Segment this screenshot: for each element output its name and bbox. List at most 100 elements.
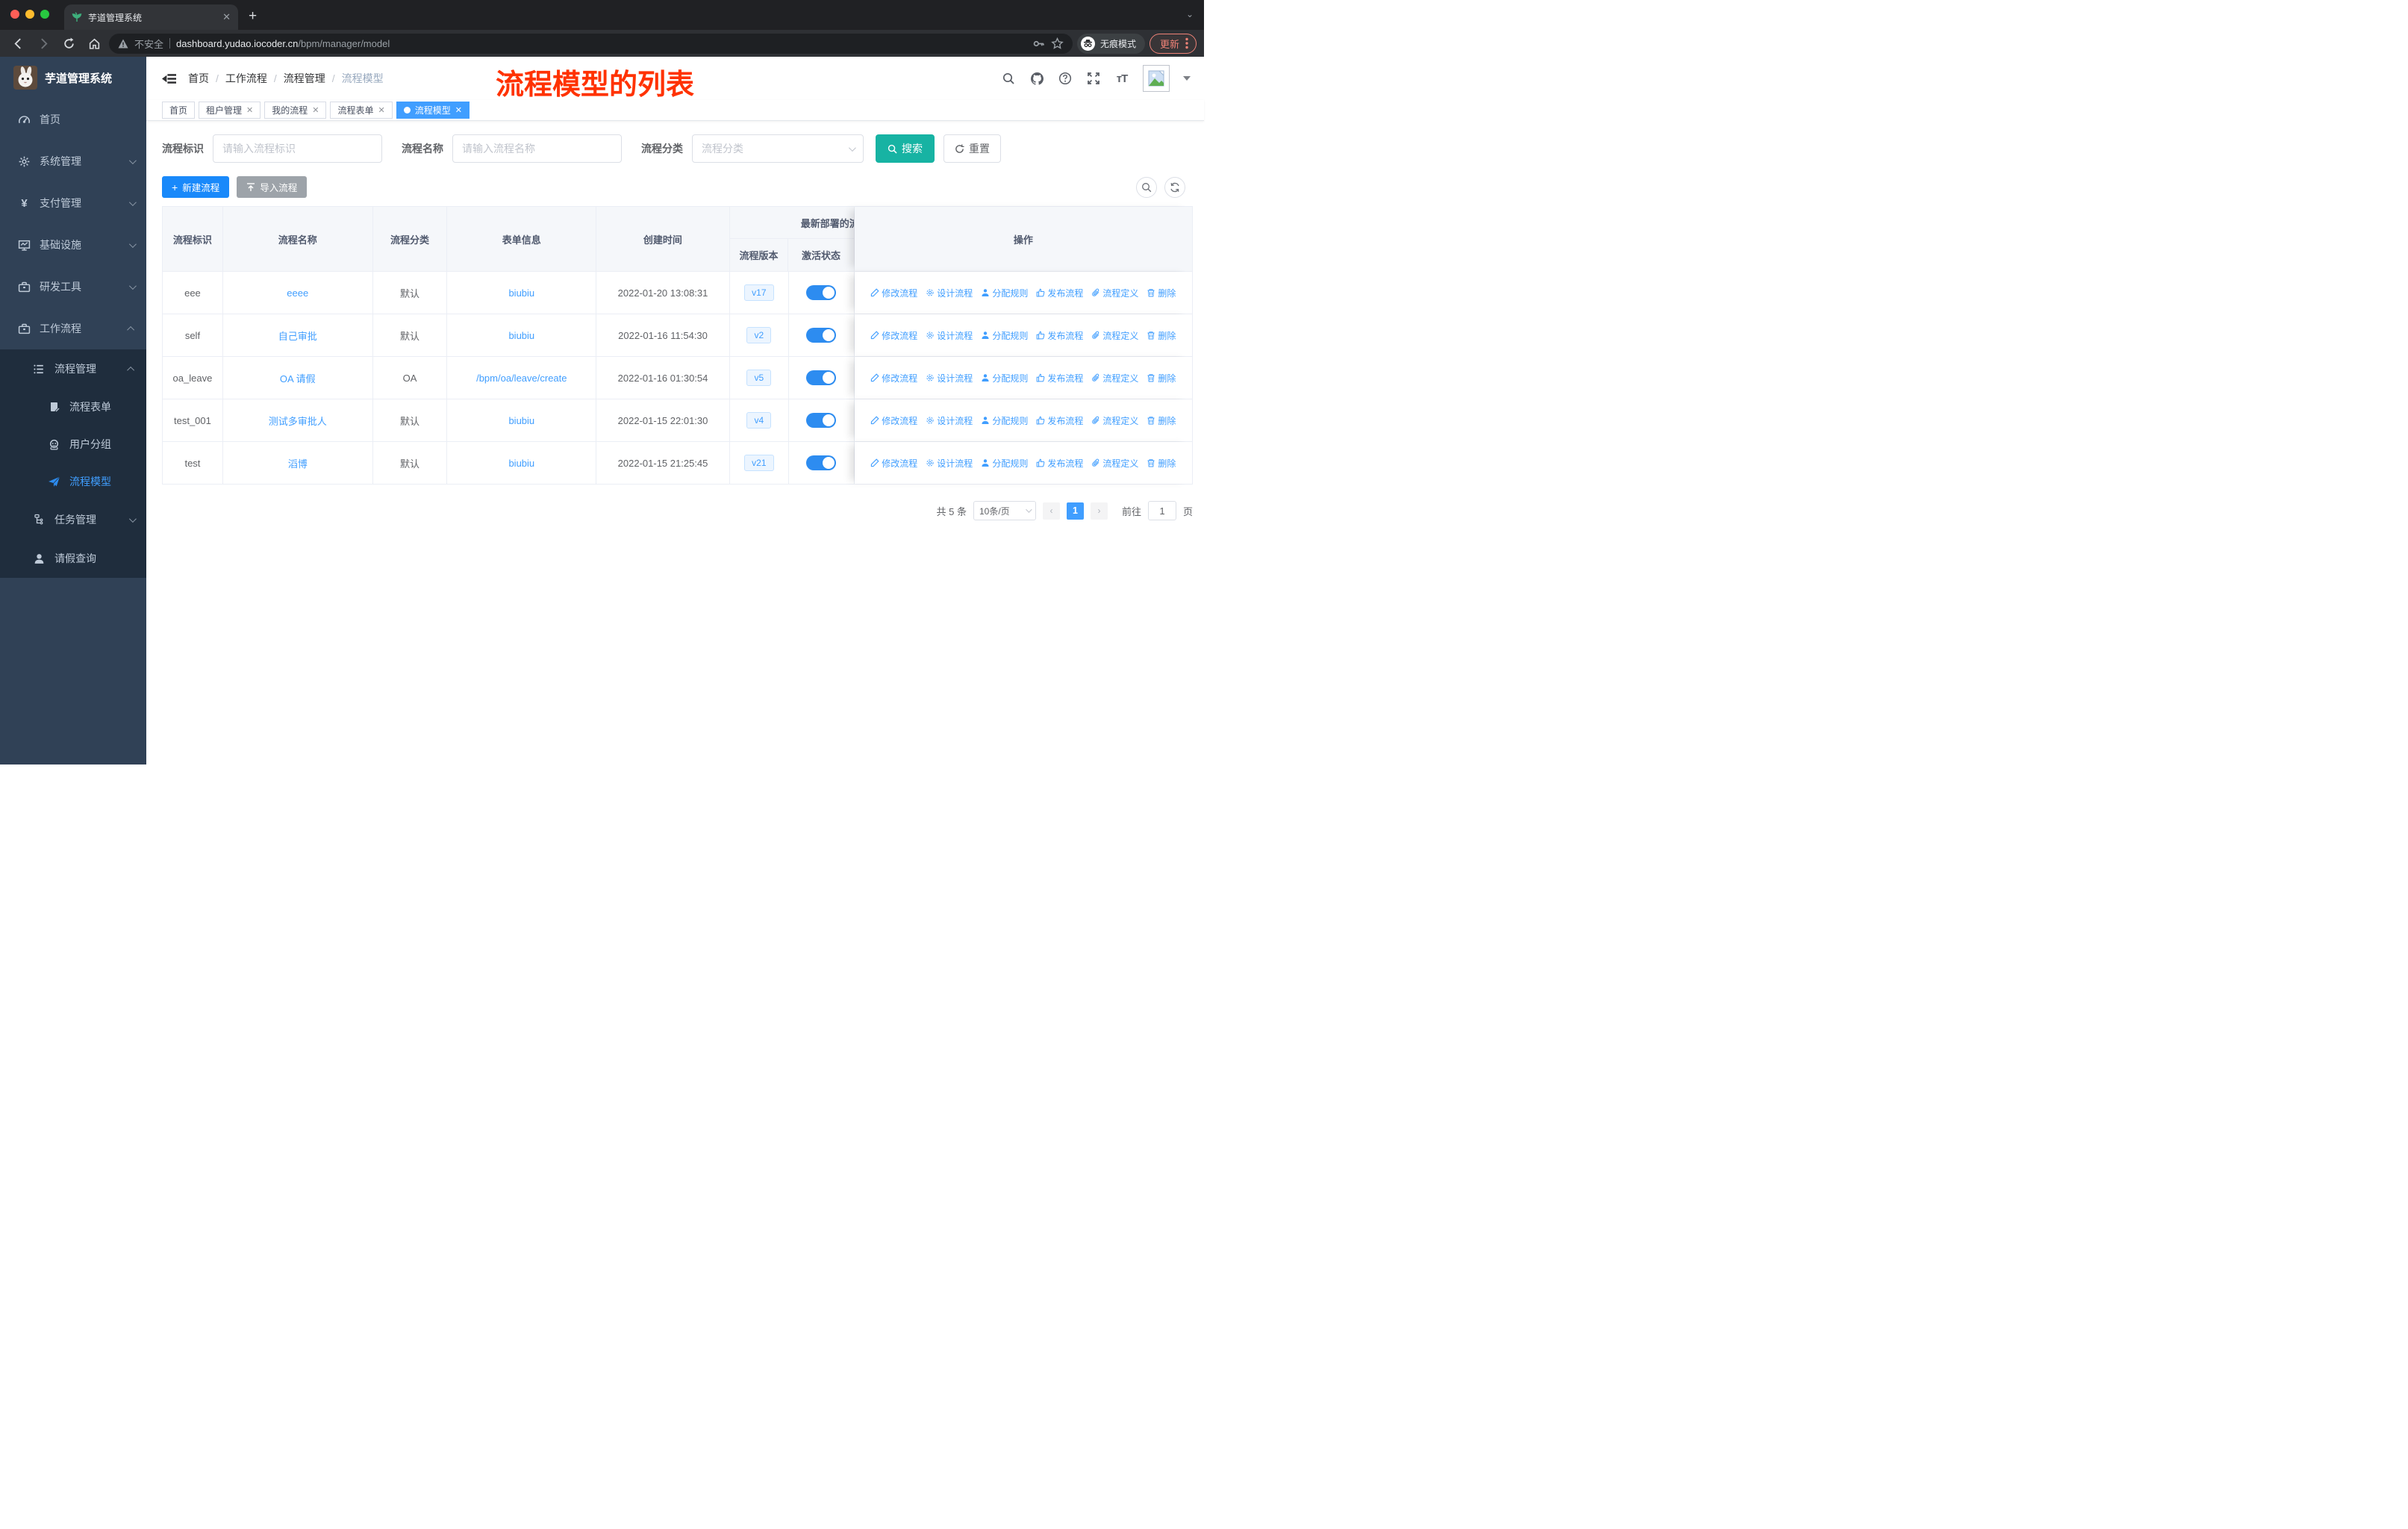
design-process-action[interactable]: 设计流程 xyxy=(926,372,973,384)
back-icon[interactable] xyxy=(7,33,28,54)
forward-icon[interactable] xyxy=(33,33,54,54)
avatar[interactable] xyxy=(1143,65,1170,92)
search-button[interactable]: 搜索 xyxy=(876,134,935,163)
assign-rule-action[interactable]: 分配规则 xyxy=(981,372,1028,384)
breadcrumb-process-management[interactable]: 流程管理 xyxy=(284,71,325,86)
sidebar-item-system[interactable]: 系统管理 xyxy=(0,140,146,182)
assign-rule-action[interactable]: 分配规则 xyxy=(981,329,1028,342)
sidebar-item-dev-tools[interactable]: 研发工具 xyxy=(0,266,146,308)
page-size-select[interactable]: 10条/页 xyxy=(973,501,1036,520)
tag-close-icon[interactable]: ✕ xyxy=(312,105,319,115)
process-name-link[interactable]: OA 请假 xyxy=(280,371,316,385)
font-size-icon[interactable]: тT xyxy=(1114,71,1129,86)
delete-action[interactable]: 删除 xyxy=(1147,414,1176,427)
tag-process-form[interactable]: 流程表单 ✕ xyxy=(330,102,393,119)
sidebar-item-task-management[interactable]: 任务管理 xyxy=(0,500,146,539)
browser-tab[interactable]: 芋道管理系统 ✕ xyxy=(64,4,238,30)
version-badge[interactable]: v17 xyxy=(744,284,774,301)
github-icon[interactable] xyxy=(1029,71,1044,86)
publish-process-action[interactable]: 发布流程 xyxy=(1036,414,1083,427)
security-label[interactable]: 不安全 xyxy=(134,37,163,51)
sidebar-item-user-group[interactable]: 用户分组 xyxy=(0,426,146,463)
active-toggle[interactable] xyxy=(806,285,837,300)
help-icon[interactable] xyxy=(1058,71,1073,86)
design-process-action[interactable]: 设计流程 xyxy=(926,414,973,427)
sidebar-item-process-form[interactable]: 流程表单 xyxy=(0,388,146,426)
delete-action[interactable]: 删除 xyxy=(1147,457,1176,470)
design-process-action[interactable]: 设计流程 xyxy=(926,329,973,342)
next-page-button[interactable]: › xyxy=(1090,502,1108,520)
process-id-input[interactable] xyxy=(213,134,382,163)
design-process-action[interactable]: 设计流程 xyxy=(926,457,973,470)
delete-action[interactable]: 删除 xyxy=(1147,372,1176,384)
version-badge[interactable]: v2 xyxy=(746,327,772,343)
browser-menu-dots-icon[interactable] xyxy=(1185,37,1188,49)
form-info-link[interactable]: biubiu xyxy=(508,287,534,299)
goto-page-input[interactable] xyxy=(1147,501,1176,520)
minimize-window-button[interactable] xyxy=(25,10,34,19)
process-name-link[interactable]: 自己审批 xyxy=(278,328,317,343)
reload-icon[interactable] xyxy=(58,33,79,54)
sidebar-item-payment[interactable]: ¥ 支付管理 xyxy=(0,182,146,224)
active-toggle[interactable] xyxy=(806,328,837,343)
version-badge[interactable]: v4 xyxy=(746,412,772,429)
tab-search-chevron-icon[interactable]: ⌄ xyxy=(1186,9,1194,19)
edit-process-action[interactable]: 修改流程 xyxy=(870,329,917,342)
process-definition-action[interactable]: 流程定义 xyxy=(1091,414,1138,427)
home-icon[interactable] xyxy=(84,33,105,54)
process-name-link[interactable]: 滔博 xyxy=(288,456,308,470)
current-page[interactable]: 1 xyxy=(1066,502,1084,520)
tag-close-icon[interactable]: ✕ xyxy=(455,105,462,115)
tag-tenant[interactable]: 租户管理 ✕ xyxy=(199,102,261,119)
process-definition-action[interactable]: 流程定义 xyxy=(1091,287,1138,299)
edit-process-action[interactable]: 修改流程 xyxy=(870,414,917,427)
maximize-window-button[interactable] xyxy=(40,10,49,19)
process-name-link[interactable]: 测试多审批人 xyxy=(269,414,327,428)
form-info-link[interactable]: biubiu xyxy=(508,330,534,341)
breadcrumb-home[interactable]: 首页 xyxy=(188,71,209,86)
process-definition-action[interactable]: 流程定义 xyxy=(1091,457,1138,470)
sidebar-item-process-management[interactable]: 流程管理 xyxy=(0,349,146,388)
update-browser-button[interactable]: 更新 xyxy=(1149,33,1197,54)
assign-rule-action[interactable]: 分配规则 xyxy=(981,287,1028,299)
refresh-table-button[interactable] xyxy=(1164,176,1185,198)
assign-rule-action[interactable]: 分配规则 xyxy=(981,457,1028,470)
breadcrumb-workflow[interactable]: 工作流程 xyxy=(225,71,267,86)
tag-process-model[interactable]: 流程模型 ✕ xyxy=(396,102,470,119)
publish-process-action[interactable]: 发布流程 xyxy=(1036,329,1083,342)
tag-home[interactable]: 首页 xyxy=(162,102,196,119)
sidebar-item-home[interactable]: 首页 xyxy=(0,99,146,140)
import-process-button[interactable]: 导入流程 xyxy=(237,176,308,198)
design-process-action[interactable]: 设计流程 xyxy=(926,287,973,299)
edit-process-action[interactable]: 修改流程 xyxy=(870,372,917,384)
version-badge[interactable]: v5 xyxy=(746,370,772,386)
create-process-button[interactable]: + 新建流程 xyxy=(162,176,230,198)
fullscreen-icon[interactable] xyxy=(1086,71,1101,86)
tag-close-icon[interactable]: ✕ xyxy=(246,105,253,115)
sidebar-logo-row[interactable]: 芋道管理系统 xyxy=(0,57,146,99)
process-name-link[interactable]: eeee xyxy=(287,287,308,299)
delete-action[interactable]: 删除 xyxy=(1147,287,1176,299)
avatar-caret-icon[interactable] xyxy=(1183,76,1191,81)
publish-process-action[interactable]: 发布流程 xyxy=(1036,457,1083,470)
edit-process-action[interactable]: 修改流程 xyxy=(870,287,917,299)
hide-search-button[interactable] xyxy=(1136,176,1157,198)
prev-page-button[interactable]: ‹ xyxy=(1042,502,1060,520)
active-toggle[interactable] xyxy=(806,413,837,428)
close-window-button[interactable] xyxy=(10,10,19,19)
sidebar-item-process-model[interactable]: 流程模型 xyxy=(0,463,146,500)
sidebar-item-workflow[interactable]: 工作流程 xyxy=(0,308,146,349)
process-definition-action[interactable]: 流程定义 xyxy=(1091,372,1138,384)
reset-button[interactable]: 重置 xyxy=(943,134,1001,163)
process-category-select[interactable]: 流程分类 xyxy=(692,134,864,163)
process-name-input[interactable] xyxy=(452,134,622,163)
form-info-link[interactable]: /bpm/oa/leave/create xyxy=(476,373,567,384)
sidebar-item-leave-query[interactable]: 请假查询 xyxy=(0,539,146,578)
assign-rule-action[interactable]: 分配规则 xyxy=(981,414,1028,427)
version-badge[interactable]: v21 xyxy=(744,455,774,471)
publish-process-action[interactable]: 发布流程 xyxy=(1036,372,1083,384)
form-info-link[interactable]: biubiu xyxy=(508,415,534,426)
new-tab-button[interactable]: + xyxy=(249,8,257,25)
sidebar-item-infrastructure[interactable]: 基础设施 xyxy=(0,224,146,266)
process-definition-action[interactable]: 流程定义 xyxy=(1091,329,1138,342)
